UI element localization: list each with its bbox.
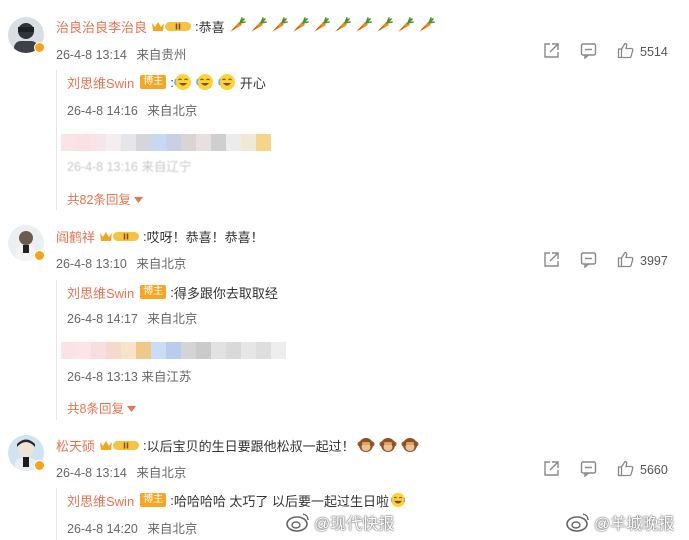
like-icon[interactable]	[617, 460, 634, 480]
comment-line: 松天硕 II : 以后宝贝的生日要跟他松叔一起过！	[56, 435, 421, 455]
carrot-emoji-row	[227, 17, 437, 35]
watermark-text: @羊城晚报	[594, 516, 675, 533]
owner-tag: 博主	[140, 285, 167, 299]
owner-tag: 博主	[140, 493, 167, 507]
caret-down-icon	[126, 401, 136, 415]
more-replies-link[interactable]: 共8条回复	[67, 398, 136, 417]
username[interactable]: 松天硕	[56, 436, 95, 455]
reply-meta: 26-4-8 14:16 来自北京	[67, 100, 197, 119]
comment-meta: 26-4-8 13:14 来自北京	[56, 462, 186, 481]
owner-tag: 博主	[140, 75, 167, 89]
verified-badge-icon	[34, 42, 45, 53]
like-count: 5660	[640, 463, 668, 477]
watermark: @现代快报	[286, 510, 394, 534]
more-replies-label: 共82条回复	[67, 193, 131, 207]
comment-date: 26-4-8 13:10	[56, 257, 127, 271]
reply-date: 26-4-8 14:17	[67, 312, 138, 326]
username[interactable]: 阎鹤祥	[56, 227, 95, 246]
caret-down-icon	[133, 192, 143, 206]
comment-location: 来自贵州	[136, 48, 187, 62]
comment-text: 以后宝贝的生日要跟他松叔一起过！	[146, 438, 355, 454]
monkey-emoji-icon	[357, 436, 421, 454]
verified-badge-icon	[34, 250, 45, 261]
vip-level-badge: II	[150, 19, 192, 33]
share-icon[interactable]	[543, 460, 560, 480]
like-icon[interactable]	[617, 251, 634, 271]
reply-location: 来自北京	[147, 312, 198, 326]
reply-username[interactable]: 刘思维Swin	[67, 491, 134, 510]
comment-icon[interactable]	[580, 251, 597, 271]
reply-meta-secondary: 26-4-8 13:13 来自江苏	[67, 370, 192, 384]
weibo-logo-icon	[566, 513, 589, 532]
reply-date: 26-4-8 14:20	[67, 522, 138, 536]
verified-badge-icon	[34, 460, 45, 471]
watermark: @羊城晚报	[566, 510, 674, 534]
comment-location: 来自北京	[136, 466, 187, 480]
reply-location: 来自北京	[147, 104, 198, 118]
vip-level-text: II	[123, 233, 129, 242]
vip-level-text: II	[175, 23, 181, 32]
weibo-logo-icon	[286, 513, 309, 532]
comment-icon[interactable]	[580, 42, 597, 62]
vip-level-badge: II	[98, 438, 140, 452]
like-count: 3997	[640, 254, 668, 268]
watermark-text: @现代快报	[314, 516, 395, 533]
more-replies-link[interactable]: 共82条回复	[67, 189, 143, 208]
comment-actions: 5660	[540, 460, 680, 480]
reply-username[interactable]: 刘思维Swin	[67, 283, 134, 302]
comment-meta: 26-4-8 13:14 来自贵州	[56, 44, 186, 63]
comment-line: 阎鹤祥 II : 哎呀！恭喜！恭喜！	[56, 226, 264, 246]
blurred-reply-content	[61, 134, 271, 151]
reply-meta: 26-4-8 14:20 来自北京	[67, 518, 197, 537]
reply-text: 开心	[239, 75, 266, 91]
share-icon[interactable]	[543, 251, 560, 271]
blurred-reply-content	[61, 342, 286, 359]
reply-section: 刘思维Swin 博主 : 得多跟你去取取经 26-4-8 14:17 来自北京 …	[56, 280, 676, 420]
like-count: 5514	[640, 45, 668, 59]
comment-meta: 26-4-8 13:10 来自北京	[56, 253, 186, 272]
reply-text: 哈哈哈哈 太巧了 以后要一起过生日啦	[173, 493, 390, 509]
like-icon[interactable]	[617, 42, 634, 62]
blurred-reply-meta: 26-4-8 13:16 来自辽宁	[67, 160, 192, 174]
vip-level-badge: II	[98, 229, 140, 243]
comment-location: 来自北京	[136, 257, 187, 271]
comment-actions: 3997	[540, 251, 680, 271]
reply-meta: 26-4-8 14:17 来自北京	[67, 308, 197, 327]
comment-icon[interactable]	[580, 460, 597, 480]
laughing-emoji-icon	[390, 492, 406, 508]
reply-text: 得多跟你去取取经	[173, 285, 278, 301]
happy-face-emoji-icon	[174, 73, 240, 91]
reply-location: 来自北京	[147, 522, 198, 536]
reply-line: 刘思维Swin 博主 : 开心	[67, 72, 266, 92]
vip-level-text: II	[123, 442, 129, 451]
comment-date: 26-4-8 13:14	[56, 466, 127, 480]
comment-text: 恭喜	[198, 19, 225, 35]
reply-section: 刘思维Swin 博主 : 开心 26-4-8 14:16 来自北京 26-4-8…	[56, 70, 676, 210]
reply-line: 刘思维Swin 博主 : 得多跟你去取取经	[67, 282, 278, 302]
share-icon[interactable]	[543, 42, 560, 62]
more-replies-label: 共8条回复	[67, 402, 124, 416]
comment-text: 哎呀！恭喜！恭喜！	[146, 229, 264, 245]
comment-actions: 5514	[540, 42, 680, 62]
reply-username[interactable]: 刘思维Swin	[67, 73, 134, 92]
username[interactable]: 治良治良李治良	[56, 17, 147, 36]
comment-date: 26-4-8 13:14	[56, 48, 127, 62]
reply-line: 刘思维Swin 博主 : 哈哈哈哈 太巧了 以后要一起过生日啦	[67, 490, 406, 510]
reply-date: 26-4-8 14:16	[67, 104, 138, 118]
comment-line: 治良治良李治良 II : 恭喜	[56, 16, 437, 36]
carrot-icon	[228, 17, 435, 33]
